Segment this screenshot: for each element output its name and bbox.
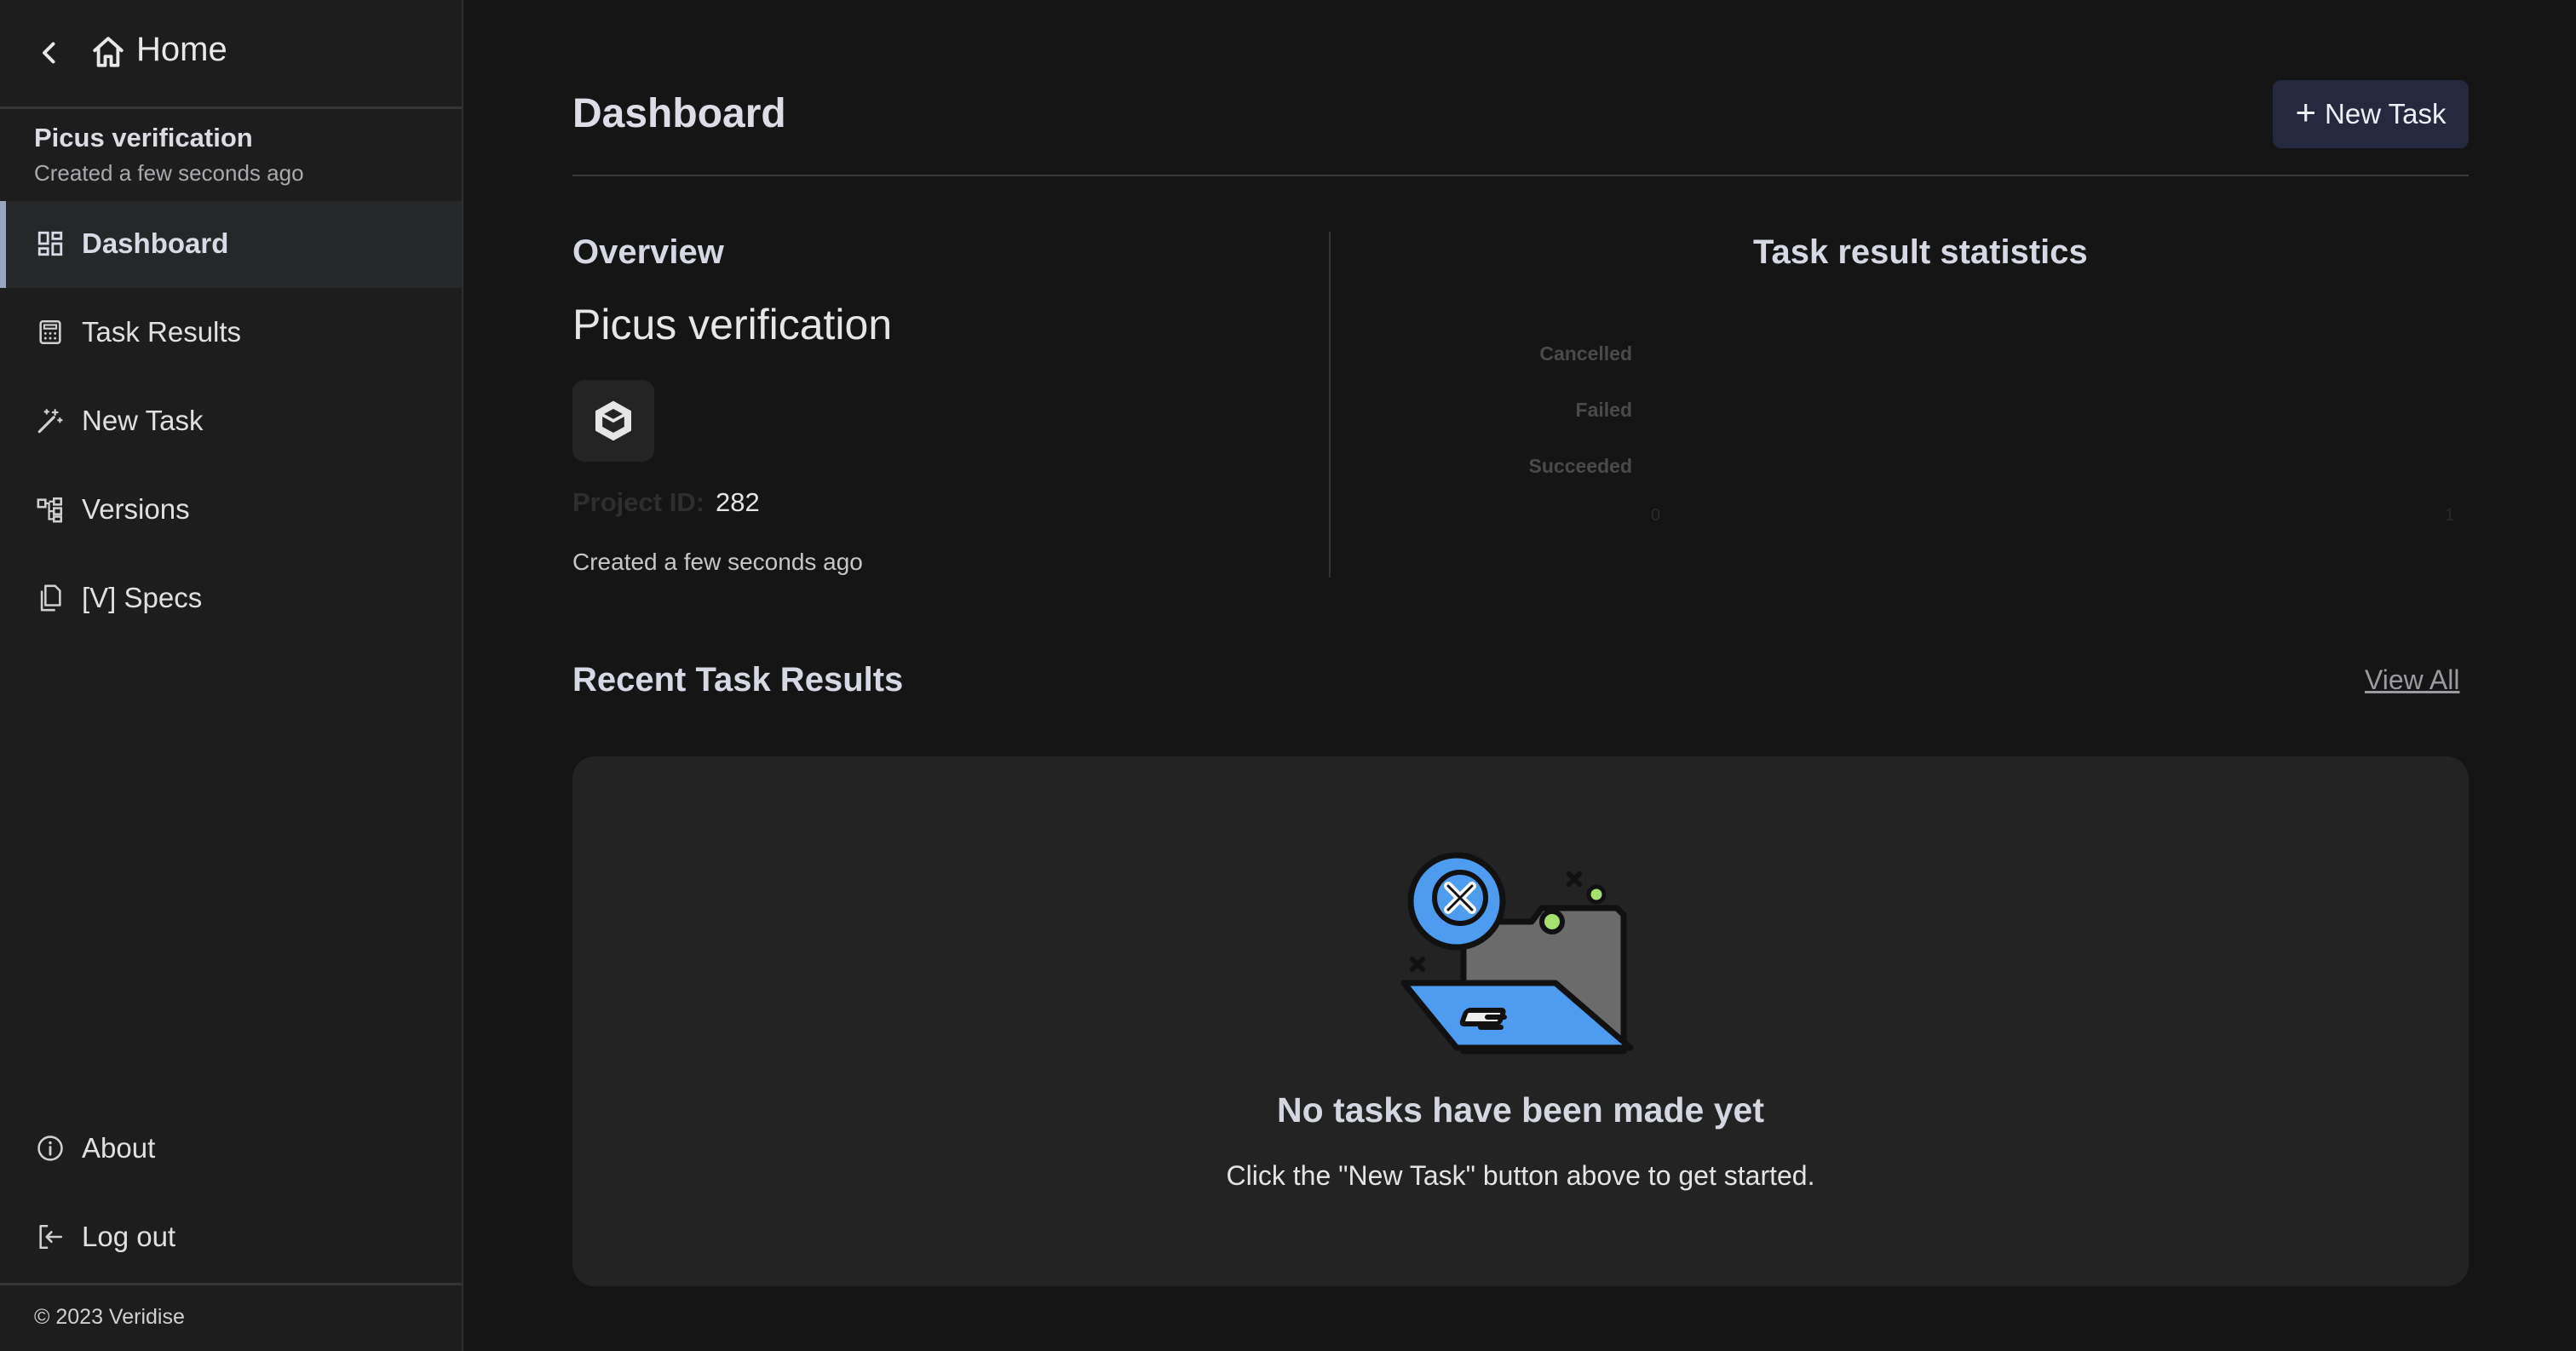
new-task-button-label: New Task — [2325, 98, 2447, 129]
stats-tick-min: 0 — [1651, 506, 1661, 525]
main-content: Dashboard + New Task Overview Picus veri… — [465, 0, 2576, 1351]
copyright: © 2023 Veridise — [34, 1305, 185, 1329]
empty-state-description: Click the "New Task" button above to get… — [1226, 1160, 1815, 1191]
calculator-icon — [39, 319, 61, 345]
empty-state-card: No tasks have been made yet Click the "N… — [572, 756, 2469, 1286]
logout-icon — [39, 1224, 63, 1250]
stats-tick-max: 1 — [2445, 506, 2455, 525]
sidebar-item-label: [V] Specs — [82, 582, 203, 613]
sidebar-project-created: Created a few seconds ago — [34, 160, 304, 186]
sidebar-item-label: Dashboard — [82, 227, 229, 259]
chevron-left-icon[interactable] — [34, 37, 65, 68]
overview-project-name: Picus verification — [572, 301, 893, 348]
view-all-link[interactable]: View All — [2365, 664, 2459, 696]
sidebar-footer-divider — [0, 1283, 462, 1285]
dashboard-icon — [37, 231, 63, 256]
sidebar-item-label: New Task — [82, 405, 204, 436]
recent-task-results-heading: Recent Task Results — [572, 661, 904, 698]
project-id-value: 282 — [716, 487, 760, 517]
sidebar-item-dashboard[interactable]: Dashboard — [0, 201, 462, 288]
project-id-label: Project ID: — [572, 487, 705, 517]
sidebar-item-task-results[interactable]: Task Results — [0, 290, 462, 377]
plus-icon: + — [2295, 92, 2317, 132]
home-icon — [93, 37, 124, 67]
overview-heading: Overview — [572, 233, 724, 271]
sidebar-item-specs[interactable]: [V] Specs — [0, 555, 462, 642]
shield-icon — [595, 400, 631, 441]
home-link[interactable]: Home — [0, 0, 462, 109]
page-title: Dashboard — [572, 91, 786, 136]
sidebar-item-versions[interactable]: Versions — [0, 467, 462, 554]
empty-state-title: No tasks have been made yet — [1277, 1090, 1764, 1130]
sidebar-item-label: Task Results — [82, 316, 242, 348]
new-task-button[interactable]: + New Task — [2273, 80, 2469, 148]
sidebar-item-label: Versions — [82, 493, 190, 525]
info-icon — [37, 1135, 63, 1161]
sidebar-item-label: About — [82, 1132, 156, 1164]
files-icon — [40, 584, 61, 612]
sidebar-item-new-task[interactable]: New Task — [0, 378, 462, 465]
stats-label-failed: Failed — [1575, 399, 1632, 421]
magic-wand-icon — [37, 409, 63, 434]
hierarchy-icon — [37, 497, 63, 523]
header-divider — [572, 175, 2469, 176]
home-label[interactable]: Home — [136, 31, 227, 69]
sidebar-item-about[interactable]: About — [0, 1106, 462, 1193]
stats-heading: Task result statistics — [1753, 233, 2088, 271]
overview-divider — [1329, 232, 1331, 578]
empty-folder-icon — [1400, 852, 1634, 1055]
project-avatar — [572, 380, 654, 462]
sidebar: Home Picus verification Created a few se… — [0, 0, 463, 1351]
stats-label-succeeded: Succeeded — [1528, 455, 1632, 477]
sidebar-item-logout[interactable]: Log out — [0, 1194, 462, 1281]
sidebar-project-name: Picus verification — [34, 123, 253, 152]
sidebar-item-label: Log out — [82, 1221, 176, 1252]
overview-created: Created a few seconds ago — [572, 549, 863, 575]
stats-label-cancelled: Cancelled — [1539, 342, 1632, 365]
